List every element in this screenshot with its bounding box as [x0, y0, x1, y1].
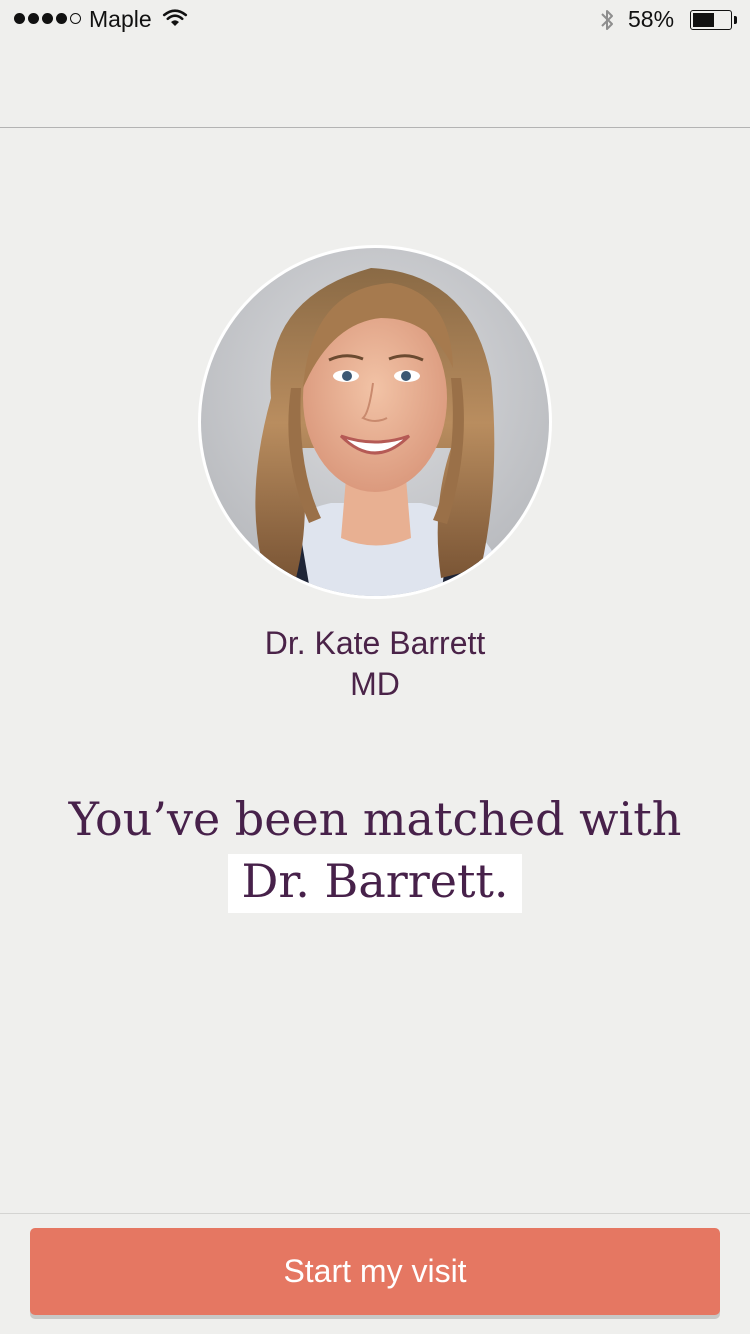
cellular-signal-icon — [14, 13, 81, 24]
footer-divider — [0, 1213, 750, 1214]
wifi-icon — [162, 9, 188, 26]
match-doctor-name: Dr. Barrett. — [241, 854, 509, 908]
signal-dot-empty — [70, 13, 81, 24]
status-bar: Maple 58% — [0, 0, 750, 40]
signal-dot — [56, 13, 67, 24]
doctor-name: Dr. Kate Barrett — [264, 625, 486, 661]
battery-level-fill — [693, 13, 714, 27]
signal-dot — [14, 13, 25, 24]
doctor-credential: MD — [350, 666, 400, 702]
doctor-photo — [201, 248, 549, 596]
carrier-name: Maple — [89, 6, 152, 32]
header-divider — [0, 127, 750, 128]
match-doctor-highlight: Dr. Barrett. — [228, 854, 522, 913]
signal-dot — [42, 13, 53, 24]
start-visit-button[interactable]: Start my visit — [30, 1228, 720, 1315]
match-headline: You’ve been matched with — [68, 792, 682, 846]
battery-tip — [734, 16, 737, 24]
doctor-avatar — [198, 245, 552, 599]
battery-icon — [690, 10, 732, 30]
bluetooth-icon — [601, 10, 613, 30]
signal-dot — [28, 13, 39, 24]
battery-percent: 58% — [628, 6, 675, 32]
